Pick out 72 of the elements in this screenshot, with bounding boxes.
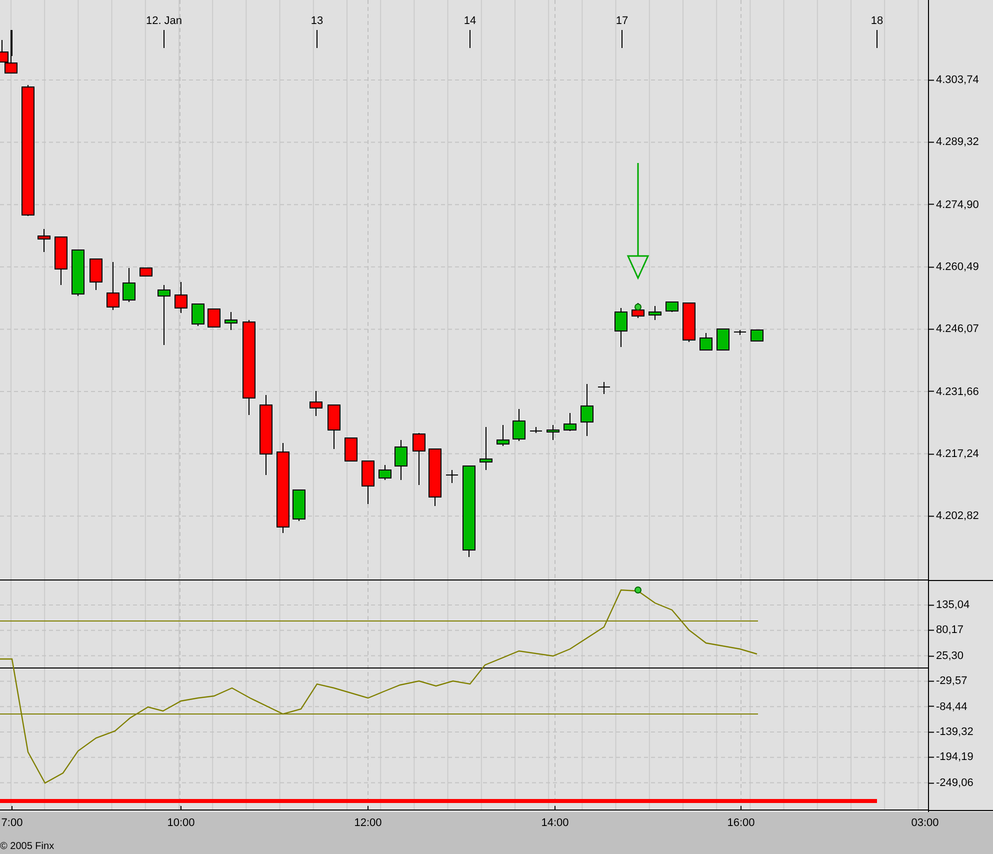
candlestick xyxy=(362,460,374,504)
date-tick xyxy=(876,30,878,48)
signal-arrow-icon xyxy=(626,163,650,280)
candlestick xyxy=(224,312,238,330)
candlestick xyxy=(480,426,492,470)
candlestick xyxy=(564,412,576,432)
candlestick xyxy=(428,448,442,506)
candlestick xyxy=(446,470,458,484)
price-label: 4.303,74 xyxy=(936,72,979,88)
time-label: 10:00 xyxy=(167,816,195,831)
candlestick xyxy=(72,250,84,296)
price-label: 4.260,49 xyxy=(936,260,979,275)
candlestick xyxy=(158,284,170,346)
indicator-value-label: 25,30 xyxy=(936,648,964,664)
date-label: 14 xyxy=(464,14,476,29)
indicator-value-label: -139,32 xyxy=(936,724,974,740)
candlestick xyxy=(632,302,644,318)
candlestick xyxy=(90,258,102,290)
indicator-value-label: -29,57 xyxy=(936,674,968,689)
candlestick xyxy=(192,304,204,326)
price-label: 4.289,32 xyxy=(936,135,979,150)
indicator-value-label: -249,06 xyxy=(936,776,974,791)
date-label: 12. Jan xyxy=(146,14,182,29)
indicator-value-label: -84,44 xyxy=(936,699,968,714)
candlestick xyxy=(666,302,678,312)
candlestick xyxy=(512,408,526,442)
candlestick xyxy=(344,438,358,462)
candlestick xyxy=(580,384,594,436)
candlestick xyxy=(734,330,746,336)
time-label: 7:00 xyxy=(1,816,23,831)
candlestick xyxy=(54,236,68,286)
candlestick xyxy=(292,490,306,522)
candlestick xyxy=(614,308,628,348)
candlestick xyxy=(106,262,120,310)
price-label: 4.202,82 xyxy=(936,508,979,524)
candlestick xyxy=(174,282,188,314)
price-label: 4.274,90 xyxy=(936,197,979,212)
candlestick xyxy=(546,424,560,440)
time-label: 03:00 xyxy=(911,816,939,831)
candlestick xyxy=(598,382,610,394)
copyright-text: © 2005 Finx xyxy=(0,840,54,854)
date-tick xyxy=(316,30,318,48)
candlestick xyxy=(700,332,712,350)
candlestick xyxy=(378,464,392,480)
candlestick xyxy=(496,424,510,446)
price-label: 4.231,66 xyxy=(936,384,979,400)
indicator-value-label: 135,04 xyxy=(936,598,970,613)
candlestick xyxy=(122,268,136,302)
candlestick xyxy=(750,330,764,342)
candlestick xyxy=(394,440,408,480)
time-label: 14:00 xyxy=(541,816,569,831)
time-label: 16:00 xyxy=(727,816,755,831)
candlestick xyxy=(682,302,696,342)
signal-dot-icon xyxy=(634,304,642,310)
indicator-dot-icon xyxy=(634,586,642,594)
price-label: 4.246,07 xyxy=(936,322,979,337)
candlestick xyxy=(412,432,426,486)
date-label: 18 xyxy=(870,14,884,29)
indicator-value-label: -194,19 xyxy=(936,750,974,766)
candlestick xyxy=(310,390,322,416)
candlestick xyxy=(208,308,220,328)
candlestick xyxy=(530,426,542,434)
date-label: 13 xyxy=(310,14,324,29)
candlestick xyxy=(648,306,662,320)
candlestick xyxy=(328,404,340,450)
candlestick xyxy=(38,228,50,252)
date-label: 17 xyxy=(616,14,628,29)
candlestick xyxy=(140,268,152,276)
time-label: 12:00 xyxy=(354,816,382,831)
price-label: 4.217,24 xyxy=(936,446,979,462)
candlestick xyxy=(716,328,730,350)
indicator-value-label: 80,17 xyxy=(936,623,964,638)
